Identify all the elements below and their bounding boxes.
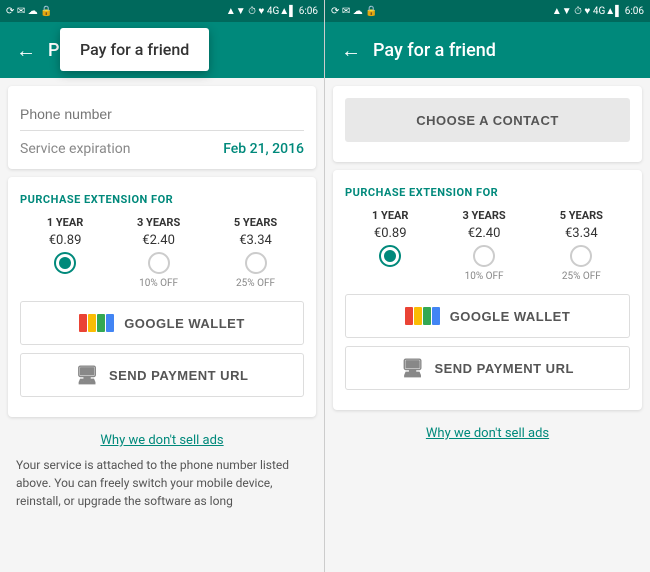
right-why-link-text: Why we don't sell ads: [426, 426, 549, 441]
option-5-price: €3.34: [239, 233, 272, 248]
purchase-options: 1 YEAR €0.89 3 YEARS €2.40 10% OFF 5 YEA…: [20, 216, 304, 289]
right-option-3-label: 3 YEARS: [462, 209, 505, 222]
right-option-3-year[interactable]: 3 YEARS €2.40 10% OFF: [462, 209, 505, 282]
right-status-bar-left: ⟳ ✉ ☁ 🔒: [331, 6, 378, 17]
option-3-year[interactable]: 3 YEARS €2.40 10% OFF: [137, 216, 180, 289]
right-google-wallet-button[interactable]: GOOGLE WALLET: [345, 294, 630, 338]
option-3-discount: 10% OFF: [139, 278, 178, 289]
left-status-bar-right: ▲▼ ⏱ ♥ 4G▲▌ 6:06: [226, 6, 318, 17]
right-send-payment-label: SEND PAYMENT URL: [434, 361, 573, 376]
section-title: PURCHASE EXTENSION FOR: [20, 189, 304, 206]
right-option-1-year[interactable]: 1 YEAR €0.89: [372, 209, 408, 282]
right-app-bar: ← Pay for a friend: [325, 22, 650, 78]
right-google-wallet-label: GOOGLE WALLET: [450, 309, 571, 324]
right-why-link[interactable]: Why we don't sell ads: [333, 418, 642, 445]
right-back-arrow[interactable]: ←: [341, 38, 361, 63]
phone-number-input[interactable]: [20, 98, 304, 131]
left-content: Service expiration Feb 21, 2016 PURCHASE…: [0, 78, 324, 572]
option-3-label: 3 YEARS: [137, 216, 180, 229]
choose-contact-label: CHOOSE A CONTACT: [416, 113, 559, 128]
right-status-bar: ⟳ ✉ ☁ 🔒 ▲▼ ⏱ ♥ 4G▲▌ 6:06: [325, 0, 650, 22]
option-1-radio[interactable]: [54, 252, 76, 274]
choose-contact-card: CHOOSE A CONTACT: [333, 86, 642, 162]
left-status-icons: ⟳ ✉ ☁ 🔒: [6, 6, 53, 17]
right-option-3-price: €2.40: [468, 226, 501, 241]
service-row: Service expiration Feb 21, 2016: [20, 131, 304, 157]
right-status-bar-right: ▲▼ ⏱ ♥ 4G▲▌ 6:06: [552, 6, 644, 17]
tooltip-popup: Pay for a friend: [60, 28, 209, 71]
right-option-1-label: 1 YEAR: [372, 209, 408, 222]
option-3-price: €2.40: [142, 233, 175, 248]
purchase-card: PURCHASE EXTENSION FOR 1 YEAR €0.89 3 YE…: [8, 177, 316, 417]
right-send-payment-icon: 🖥: [401, 358, 424, 379]
right-content: CHOOSE A CONTACT PURCHASE EXTENSION FOR …: [325, 78, 650, 572]
left-status-bar-left: ⟳ ✉ ☁ 🔒: [6, 6, 53, 17]
option-1-year[interactable]: 1 YEAR €0.89: [47, 216, 83, 289]
google-wallet-icon: [79, 314, 114, 332]
send-payment-button[interactable]: 🖥 SEND PAYMENT URL: [20, 353, 304, 397]
right-option-1-price: €0.89: [374, 226, 407, 241]
option-5-year[interactable]: 5 YEARS €3.34 25% OFF: [234, 216, 277, 289]
right-option-5-discount: 25% OFF: [562, 271, 601, 282]
right-section-title: PURCHASE EXTENSION FOR: [345, 182, 630, 199]
info-card: Service expiration Feb 21, 2016: [8, 86, 316, 169]
right-option-1-radio[interactable]: [379, 245, 401, 267]
right-send-payment-button[interactable]: 🖥 SEND PAYMENT URL: [345, 346, 630, 390]
left-signal-icons: ▲▼ ⏱ ♥ 4G▲▌ 6:06: [226, 6, 318, 17]
left-back-arrow[interactable]: ←: [16, 38, 36, 63]
send-payment-icon: 🖥: [76, 365, 99, 386]
right-option-5-price: €3.34: [565, 226, 598, 241]
option-5-discount: 25% OFF: [236, 278, 275, 289]
bottom-text: Your service is attached to the phone nu…: [8, 452, 316, 514]
choose-contact-button[interactable]: CHOOSE A CONTACT: [345, 98, 630, 142]
right-option-5-year[interactable]: 5 YEARS €3.34 25% OFF: [560, 209, 603, 282]
option-3-radio[interactable]: [148, 252, 170, 274]
google-wallet-label: GOOGLE WALLET: [124, 316, 245, 331]
right-option-3-radio[interactable]: [473, 245, 495, 267]
service-label: Service expiration: [20, 141, 130, 157]
why-link-text: Why we don't sell ads: [100, 433, 223, 448]
why-link[interactable]: Why we don't sell ads: [8, 425, 316, 452]
right-option-3-discount: 10% OFF: [465, 271, 504, 282]
right-option-5-radio[interactable]: [570, 245, 592, 267]
right-purchase-card: PURCHASE EXTENSION FOR 1 YEAR €0.89 3 YE…: [333, 170, 642, 410]
right-phone-panel: ⟳ ✉ ☁ 🔒 ▲▼ ⏱ ♥ 4G▲▌ 6:06 ← Pay for a fri…: [325, 0, 650, 572]
right-app-bar-title: Pay for a friend: [373, 40, 496, 61]
option-5-label: 5 YEARS: [234, 216, 277, 229]
right-signal-icons: ▲▼ ⏱ ♥ 4G▲▌ 6:06: [552, 6, 644, 17]
tooltip-text: Pay for a friend: [80, 40, 189, 59]
service-date: Feb 21, 2016: [223, 141, 304, 157]
option-1-price: €0.89: [49, 233, 82, 248]
right-google-wallet-icon: [405, 307, 440, 325]
option-1-label: 1 YEAR: [47, 216, 83, 229]
right-purchase-options: 1 YEAR €0.89 3 YEARS €2.40 10% OFF 5 YEA…: [345, 209, 630, 282]
option-5-radio[interactable]: [245, 252, 267, 274]
right-option-5-label: 5 YEARS: [560, 209, 603, 222]
right-status-icons: ⟳ ✉ ☁ 🔒: [331, 6, 378, 17]
send-payment-label: SEND PAYMENT URL: [109, 368, 248, 383]
google-wallet-button[interactable]: GOOGLE WALLET: [20, 301, 304, 345]
left-status-bar: ⟳ ✉ ☁ 🔒 ▲▼ ⏱ ♥ 4G▲▌ 6:06: [0, 0, 324, 22]
left-phone-panel: ⟳ ✉ ☁ 🔒 ▲▼ ⏱ ♥ 4G▲▌ 6:06 ← Payment in...…: [0, 0, 325, 572]
